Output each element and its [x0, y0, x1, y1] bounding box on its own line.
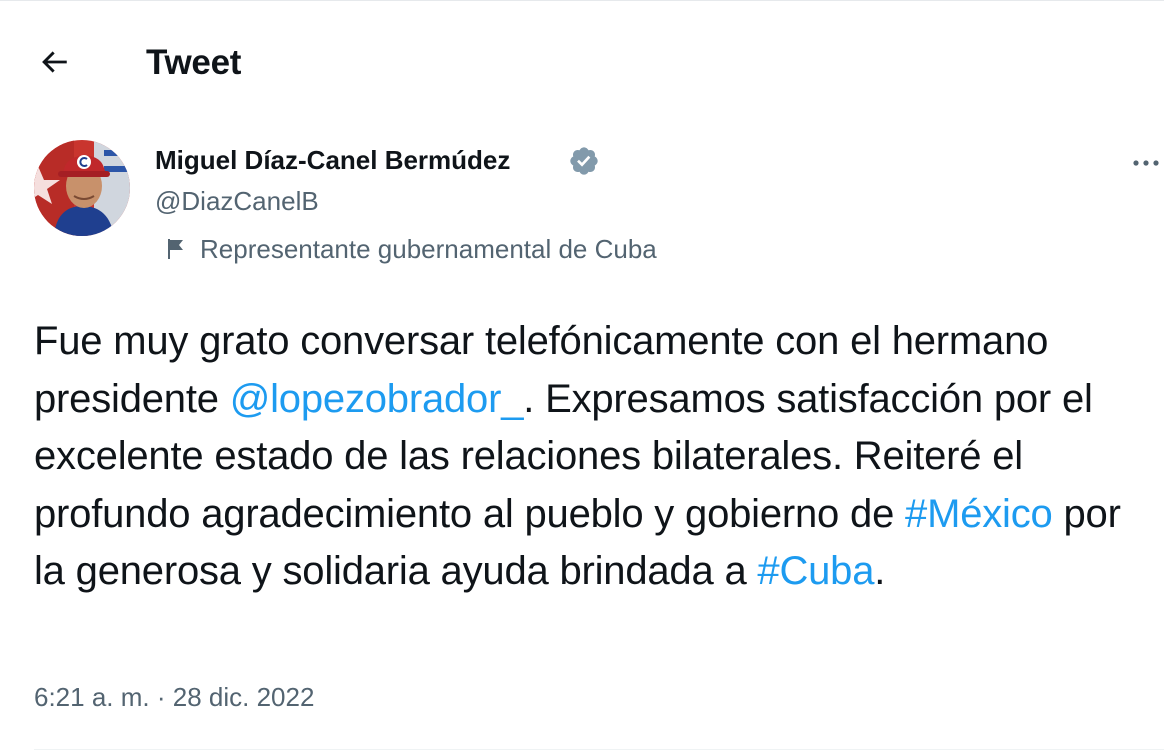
hashtag-link[interactable]: #Cuba — [757, 549, 874, 593]
back-button[interactable] — [26, 37, 82, 87]
tweet-page: Tweet Miguel Díaz-Canel Bermúdez @DiazCa… — [0, 0, 1164, 756]
government-label-text: Representante gubernamental de Cuba — [200, 233, 657, 264]
tweet-text-segment: . — [874, 549, 886, 594]
mention-link[interactable]: @lopezobrador_ — [230, 377, 524, 421]
arrow-left-icon — [42, 51, 67, 73]
tweet-timestamp: 6:21 a. m. · 28 dic. 2022 — [34, 679, 314, 715]
tweet-text: Fue muy grato conversar telefónicamente … — [34, 313, 1154, 601]
page-header: Tweet — [0, 1, 1164, 119]
timestamp-separator: · — [156, 682, 166, 712]
divider — [34, 749, 1164, 750]
page-title: Tweet — [146, 43, 242, 82]
more-dots-icon — [1133, 160, 1159, 166]
tweet-time[interactable]: 6:21 a. m. — [34, 682, 150, 712]
author-display-name[interactable]: Miguel Díaz-Canel Bermúdez — [155, 144, 510, 176]
avatar-image — [34, 140, 130, 236]
hashtag-link[interactable]: #México — [905, 492, 1053, 536]
flag-icon — [168, 239, 183, 259]
government-label[interactable]: Representante gubernamental de Cuba — [164, 231, 657, 267]
verified-badge-icon — [570, 147, 598, 175]
more-button[interactable] — [1130, 147, 1164, 177]
author-handle[interactable]: @DiazCanelB — [155, 185, 319, 217]
tweet-date[interactable]: 28 dic. 2022 — [173, 682, 315, 712]
avatar[interactable] — [34, 140, 130, 236]
